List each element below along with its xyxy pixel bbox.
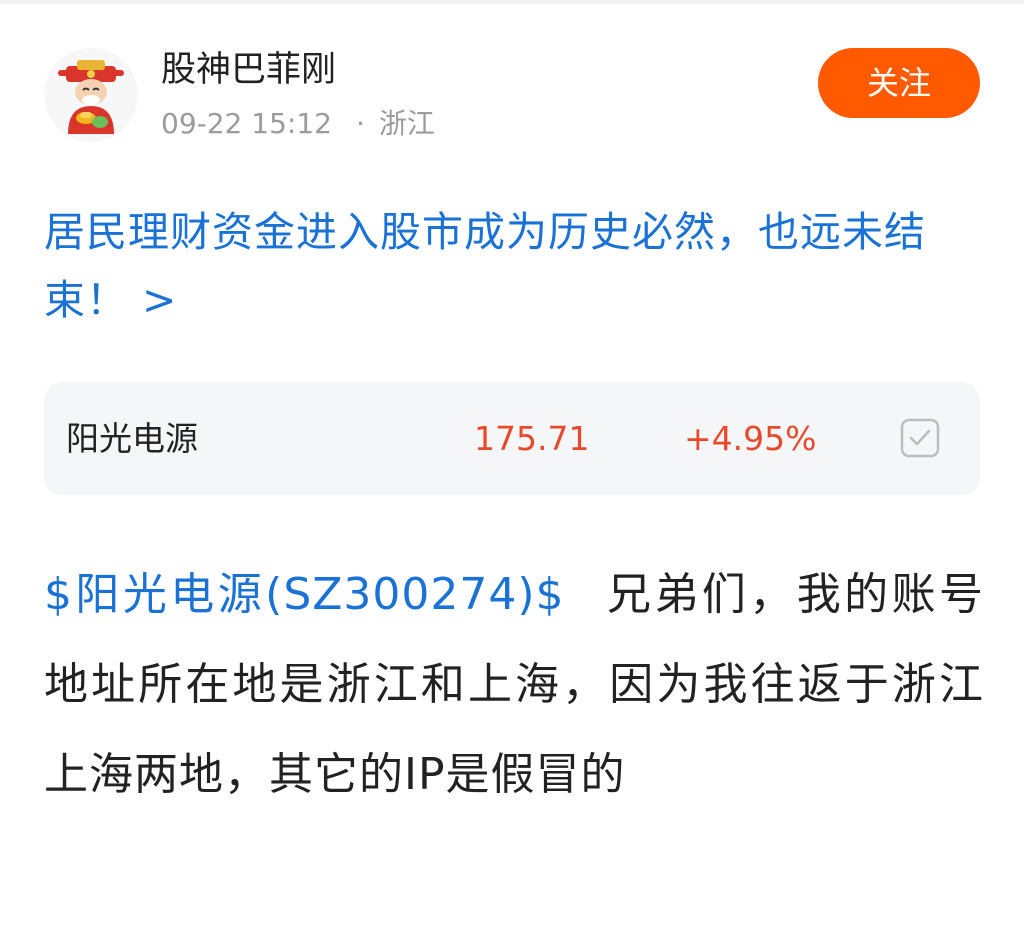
stock-name: 阳光电源 <box>66 419 198 458</box>
meta-separator: · <box>355 107 365 140</box>
author-name[interactable]: 股神巴菲刚 <box>161 48 336 92</box>
post-body: $阳光电源(SZ300274)$ 兄弟们，我的账号地址所在地是浙江和上海，因为我往… <box>44 550 984 820</box>
caishen-avatar-icon <box>44 48 138 142</box>
stock-price: 175.71 <box>474 419 590 458</box>
top-divider <box>0 0 1024 4</box>
headline-link[interactable]: 居民理财资金进入股市成为历史必然，也远未结束！ > <box>44 198 984 334</box>
follow-button[interactable]: 关注 <box>818 48 980 118</box>
post-meta: 09-22 15:12 · 浙江 <box>161 104 435 144</box>
checkbox-icon[interactable] <box>900 418 940 458</box>
stock-quote-card[interactable]: 阳光电源 175.71 +4.95% <box>44 382 980 495</box>
post-location: 浙江 <box>378 107 435 140</box>
stock-change: +4.95% <box>684 419 817 458</box>
stock-mention-link[interactable]: $阳光电源(SZ300274)$ <box>44 569 565 620</box>
author-avatar[interactable] <box>44 48 138 142</box>
post-date: 09-22 15:12 <box>161 107 332 140</box>
